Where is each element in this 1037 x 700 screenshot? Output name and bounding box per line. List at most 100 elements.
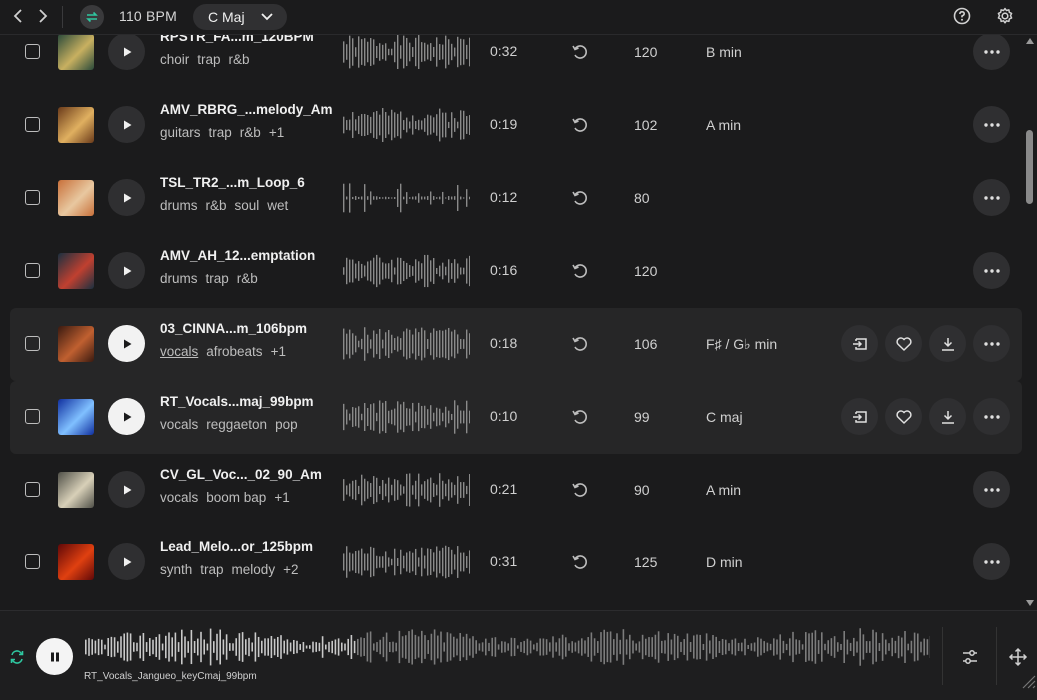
gear-icon[interactable]: [995, 6, 1015, 26]
tag[interactable]: drums: [160, 198, 198, 213]
scrollbar-thumb[interactable]: [1026, 130, 1033, 204]
sample-row[interactable]: AMV_AH_12...emptation drumstrapr&b 0:16 …: [10, 235, 1022, 308]
sample-row-hovered[interactable]: 03_CINNA...m_106bpm vocalsafrobeats+1 0:…: [10, 308, 1022, 381]
play-button[interactable]: [108, 35, 145, 70]
sample-name[interactable]: TSL_TR2_...m_Loop_6: [160, 175, 305, 190]
more-button[interactable]: [973, 252, 1010, 289]
play-button[interactable]: [108, 543, 145, 580]
more-button[interactable]: [973, 35, 1010, 70]
tag[interactable]: reggaeton: [206, 417, 267, 432]
sample-name[interactable]: CV_GL_Voc..._02_90_Am: [160, 467, 322, 482]
play-button[interactable]: [108, 252, 145, 289]
sample-waveform[interactable]: [342, 544, 470, 580]
tag[interactable]: vocals: [160, 344, 198, 359]
tag-more[interactable]: +1: [274, 490, 289, 505]
move-icon[interactable]: [1008, 647, 1028, 667]
download-button[interactable]: [929, 398, 966, 435]
sample-waveform[interactable]: [342, 399, 470, 435]
sample-waveform[interactable]: [342, 253, 470, 289]
sample-waveform[interactable]: [342, 472, 470, 508]
tag[interactable]: r&b: [240, 125, 261, 140]
tag[interactable]: r&b: [206, 198, 227, 213]
more-button[interactable]: [973, 471, 1010, 508]
tag[interactable]: wet: [267, 198, 288, 213]
tag-more[interactable]: +1: [271, 344, 286, 359]
sample-name[interactable]: AMV_RBRG_...melody_Am: [160, 102, 333, 117]
list-scrollbar[interactable]: [1023, 35, 1037, 610]
sample-row[interactable]: CV_GL_Voc..._02_90_Am vocalsboom bap+1 0…: [10, 454, 1022, 527]
tag[interactable]: trap: [209, 125, 232, 140]
sample-waveform[interactable]: [342, 35, 470, 70]
tag[interactable]: trap: [200, 562, 223, 577]
sample-row[interactable]: Lead_Melo...or_125bpm synthtrapmelody+2 …: [10, 526, 1022, 599]
sample-name[interactable]: AMV_AH_12...emptation: [160, 248, 315, 263]
sample-name[interactable]: Lead_Melo...or_125bpm: [160, 539, 313, 554]
sample-row[interactable]: RPSTR_FA...m_120BPM choirtrapr&b 0:32 12…: [10, 35, 1022, 89]
tag[interactable]: synth: [160, 562, 192, 577]
row-checkbox[interactable]: [25, 554, 40, 569]
row-checkbox[interactable]: [25, 336, 40, 351]
like-button[interactable]: [885, 398, 922, 435]
resize-grip-icon[interactable]: [1020, 673, 1036, 689]
key-selector[interactable]: C Maj: [193, 4, 287, 30]
more-button[interactable]: [973, 398, 1010, 435]
tag[interactable]: r&b: [229, 52, 250, 67]
tag[interactable]: pop: [275, 417, 298, 432]
row-checkbox[interactable]: [25, 482, 40, 497]
play-button[interactable]: [108, 471, 145, 508]
loop-toggle-icon[interactable]: [9, 649, 25, 665]
sample-waveform[interactable]: [342, 107, 470, 143]
row-checkbox[interactable]: [25, 44, 40, 59]
sample-name[interactable]: RT_Vocals...maj_99bpm: [160, 394, 314, 409]
row-checkbox[interactable]: [25, 263, 40, 278]
more-button[interactable]: [973, 179, 1010, 216]
play-button[interactable]: [108, 398, 145, 435]
tag-more[interactable]: +1: [269, 125, 284, 140]
sample-row[interactable]: TSL_TR2_...m_Loop_6 drumsr&bsoulwet 0:12…: [10, 162, 1022, 235]
sample-artwork: [58, 180, 94, 216]
sample-name[interactable]: 03_CINNA...m_106bpm: [160, 321, 307, 336]
more-button[interactable]: [973, 543, 1010, 580]
tag[interactable]: trap: [197, 52, 220, 67]
tag[interactable]: r&b: [237, 271, 258, 286]
tag[interactable]: trap: [206, 271, 229, 286]
tag[interactable]: boom bap: [206, 490, 266, 505]
row-checkbox[interactable]: [25, 409, 40, 424]
tag[interactable]: afrobeats: [206, 344, 262, 359]
play-button[interactable]: [108, 106, 145, 143]
tag[interactable]: soul: [235, 198, 260, 213]
row-checkbox[interactable]: [25, 190, 40, 205]
more-button[interactable]: [973, 325, 1010, 362]
tag-more[interactable]: +2: [283, 562, 298, 577]
tag[interactable]: choir: [160, 52, 189, 67]
sample-row[interactable]: AMV_RBRG_...melody_Am guitarstrapr&b+1 0…: [10, 89, 1022, 162]
sample-waveform[interactable]: [342, 180, 470, 216]
player-waveform[interactable]: [84, 627, 930, 667]
sample-tags: vocals reggaeton pop: [160, 417, 306, 432]
pause-button[interactable]: [36, 638, 73, 675]
tag[interactable]: guitars: [160, 125, 201, 140]
scroll-up-arrow[interactable]: [1026, 38, 1034, 44]
scroll-down-arrow[interactable]: [1026, 600, 1034, 606]
tag[interactable]: vocals: [160, 417, 198, 432]
sample-row-playing[interactable]: RT_Vocals...maj_99bpm vocals reggaeton pop…: [10, 381, 1022, 454]
chevron-right-icon[interactable]: [33, 7, 51, 25]
sample-waveform[interactable]: [342, 326, 470, 362]
sample-name[interactable]: RPSTR_FA...m_120BPM: [160, 35, 314, 44]
chevron-left-icon[interactable]: [10, 7, 28, 25]
tempo-label[interactable]: 110 BPM: [119, 8, 177, 24]
sliders-icon[interactable]: [960, 647, 980, 667]
more-button[interactable]: [973, 106, 1010, 143]
tag[interactable]: drums: [160, 271, 198, 286]
play-button[interactable]: [108, 325, 145, 362]
sync-button[interactable]: [80, 5, 104, 29]
drag-to-project-button[interactable]: [841, 398, 878, 435]
row-checkbox[interactable]: [25, 117, 40, 132]
play-button[interactable]: [108, 179, 145, 216]
drag-to-project-button[interactable]: [841, 325, 878, 362]
download-button[interactable]: [929, 325, 966, 362]
tag[interactable]: vocals: [160, 490, 198, 505]
tag[interactable]: melody: [232, 562, 276, 577]
like-button[interactable]: [885, 325, 922, 362]
help-circle-icon[interactable]: [952, 6, 972, 26]
